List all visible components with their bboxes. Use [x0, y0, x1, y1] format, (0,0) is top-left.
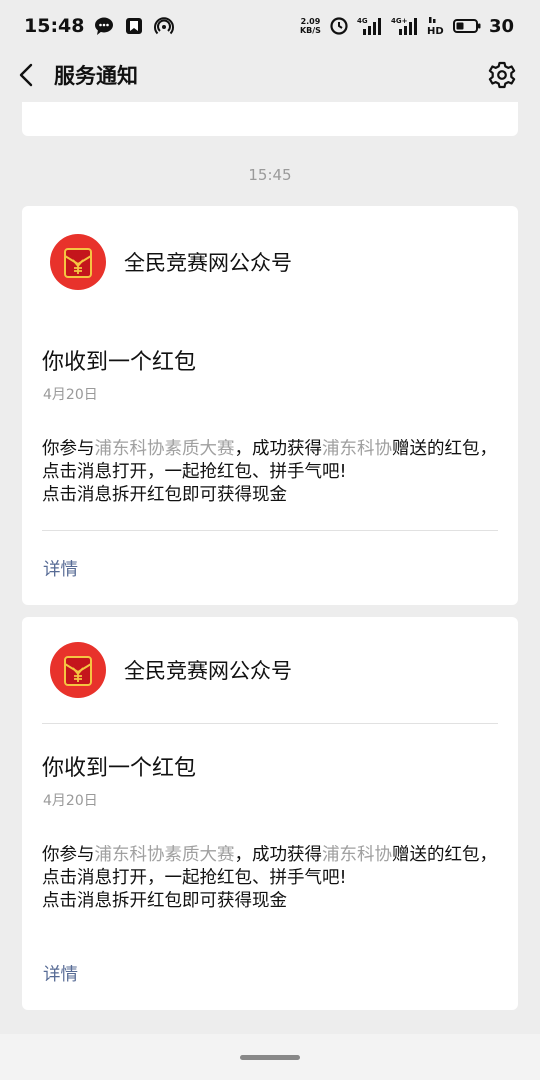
card-title: 你收到一个红包	[42, 756, 197, 781]
status-bar: 15:48 2.09 KB/S 4G 4G+ HD 30	[0, 0, 540, 52]
red-packet-icon	[50, 234, 106, 290]
account-name: 全民竞赛网公众号	[124, 659, 292, 683]
status-right: 2.09 KB/S 4G 4G+ HD 30	[300, 16, 514, 37]
page-title: 服务通知	[54, 64, 138, 88]
body-text: 你参与	[42, 439, 95, 459]
card-date: 4月20日	[43, 387, 98, 403]
signal-2-label: 4G+	[391, 17, 408, 25]
svg-text:HD: HD	[427, 26, 444, 36]
network-speed-value: 2.09	[300, 17, 321, 26]
body-text: ，成功获得	[234, 439, 323, 459]
signal-1-label: 4G	[357, 17, 368, 25]
home-indicator[interactable]	[240, 1055, 300, 1060]
alarm-clock-icon	[330, 17, 348, 35]
card-header[interactable]: 全民竞赛网公众号	[22, 206, 518, 318]
divider	[42, 723, 498, 724]
body-text: 你参与	[42, 845, 95, 865]
details-link[interactable]: 详情	[22, 936, 518, 1010]
status-left: 15:48	[24, 15, 175, 37]
previous-message-card[interactable]	[22, 102, 518, 136]
card-body: 你参与浦东科协素质大赛，成功获得浦东科协赠送的红包，点击消息打开，一起抢红包、拼…	[42, 438, 498, 507]
sponsor-name: 浦东科协	[322, 439, 392, 459]
hotspot-icon	[154, 17, 175, 35]
red-packet-icon	[50, 642, 106, 698]
battery-icon	[452, 19, 481, 33]
message-timestamp: 15:45	[248, 166, 292, 184]
notification-card[interactable]: 全民竞赛网公众号 你收到一个红包 4月20日 你参与浦东科协素质大赛，成功获得浦…	[22, 206, 518, 605]
card-header[interactable]: 全民竞赛网公众号	[22, 617, 518, 723]
details-link[interactable]: 详情	[22, 531, 518, 605]
back-button[interactable]	[0, 52, 54, 98]
account-name: 全民竞赛网公众号	[124, 251, 292, 275]
chevron-left-icon	[19, 63, 33, 87]
signal-strength-icon: 4G	[357, 17, 381, 35]
card-body: 你参与浦东科协素质大赛，成功获得浦东科协赠送的红包，点击消息打开，一起抢红包、拼…	[42, 844, 498, 913]
body-instruction: 点击消息拆开红包即可获得现金	[42, 485, 287, 505]
chat-bubble-icon	[95, 17, 114, 35]
nav-bar: 服务通知	[0, 52, 540, 98]
body-text: ，成功获得	[234, 845, 323, 865]
battery-percent: 30	[488, 15, 514, 37]
status-time: 15:48	[24, 15, 85, 37]
body-instruction: 点击消息拆开红包即可获得现金	[42, 891, 287, 911]
signal-strength-2-icon: 4G+	[391, 17, 417, 35]
competition-name: 浦东科协素质大赛	[94, 845, 235, 865]
network-speed: 2.09 KB/S	[300, 17, 321, 35]
card-date: 4月20日	[43, 793, 98, 809]
gesture-bar	[0, 1034, 540, 1080]
notification-card[interactable]: 全民竞赛网公众号 你收到一个红包 4月20日 你参与浦东科协素质大赛，成功获得浦…	[22, 617, 518, 1010]
gear-icon[interactable]	[486, 59, 518, 91]
card-title: 你收到一个红包	[42, 350, 197, 375]
network-speed-unit: KB/S	[299, 26, 321, 35]
hd-voice-icon: HD	[427, 17, 444, 36]
sponsor-name: 浦东科协	[322, 845, 392, 865]
app-notification-icon	[126, 18, 143, 34]
competition-name: 浦东科协素质大赛	[94, 439, 235, 459]
